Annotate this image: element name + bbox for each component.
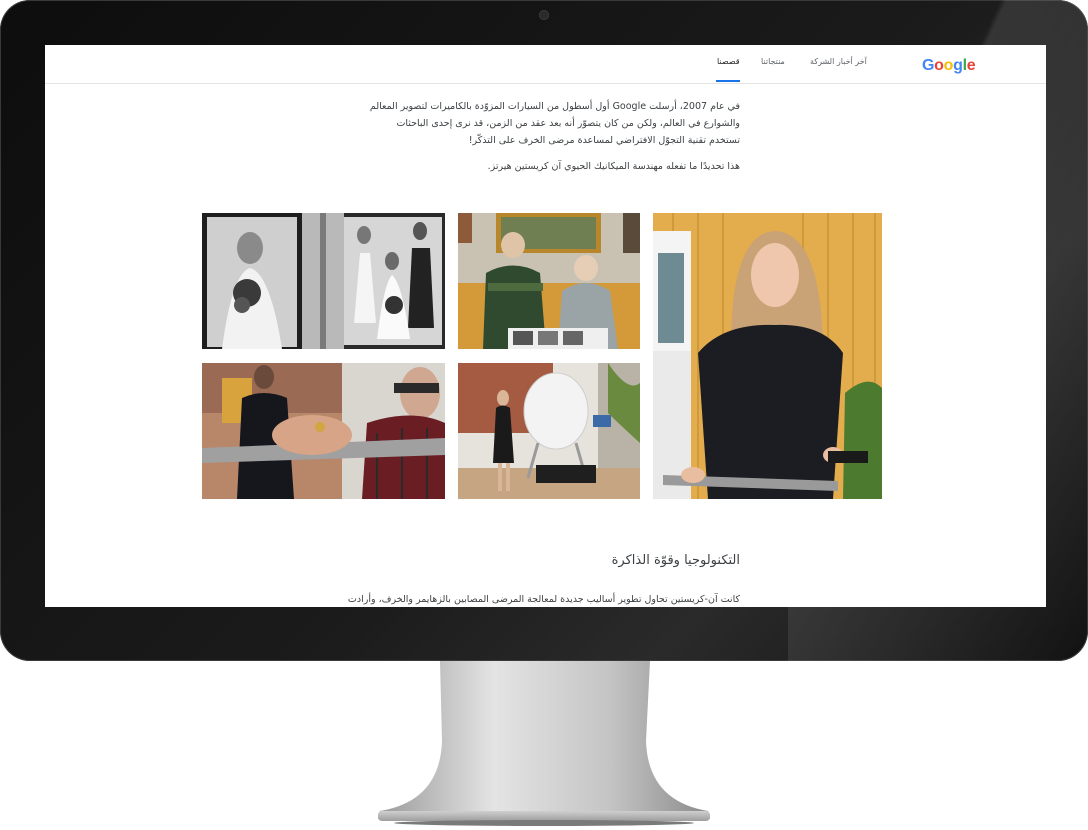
- vr-lab-image: [458, 363, 640, 499]
- story-intro-paragraph: في عام 2007، أرسلت Google أول أسطول من ا…: [369, 101, 740, 146]
- google-logo[interactable]: Google: [922, 55, 976, 75]
- section-heading: التكنولوجيا وقوّة الذاكرة: [611, 553, 740, 568]
- nav-company-news[interactable]: آخر أخبار الشركة: [810, 57, 867, 66]
- elderly-couple-image: [458, 213, 640, 349]
- monitor-stand: [378, 661, 710, 826]
- active-tab-indicator: [716, 80, 740, 82]
- browser-screen: Google آخر أخبار الشركة منتجاتنا قصصنا ف…: [45, 45, 1046, 607]
- monitor-bezel: Google آخر أخبار الشركة منتجاتنا قصصنا ف…: [0, 0, 1088, 661]
- webcam-dot: [540, 11, 548, 19]
- nav-products[interactable]: منتجاتنا: [761, 57, 785, 66]
- nav-our-stories[interactable]: قصصنا: [717, 57, 740, 66]
- story-lead-paragraph: هذا تحديدًا ما تفعله مهندسة الميكانيك ال…: [487, 161, 740, 172]
- top-navigation-bar: Google آخر أخبار الشركة منتجاتنا قصصنا: [45, 45, 1046, 84]
- section-paragraph: كانت آن-كريستين تحاول تطوير أساليب جديدة…: [347, 594, 740, 605]
- walker-hands-image: [202, 363, 445, 499]
- wedding-photos-image: [202, 213, 445, 349]
- researcher-portrait-image: [653, 213, 882, 499]
